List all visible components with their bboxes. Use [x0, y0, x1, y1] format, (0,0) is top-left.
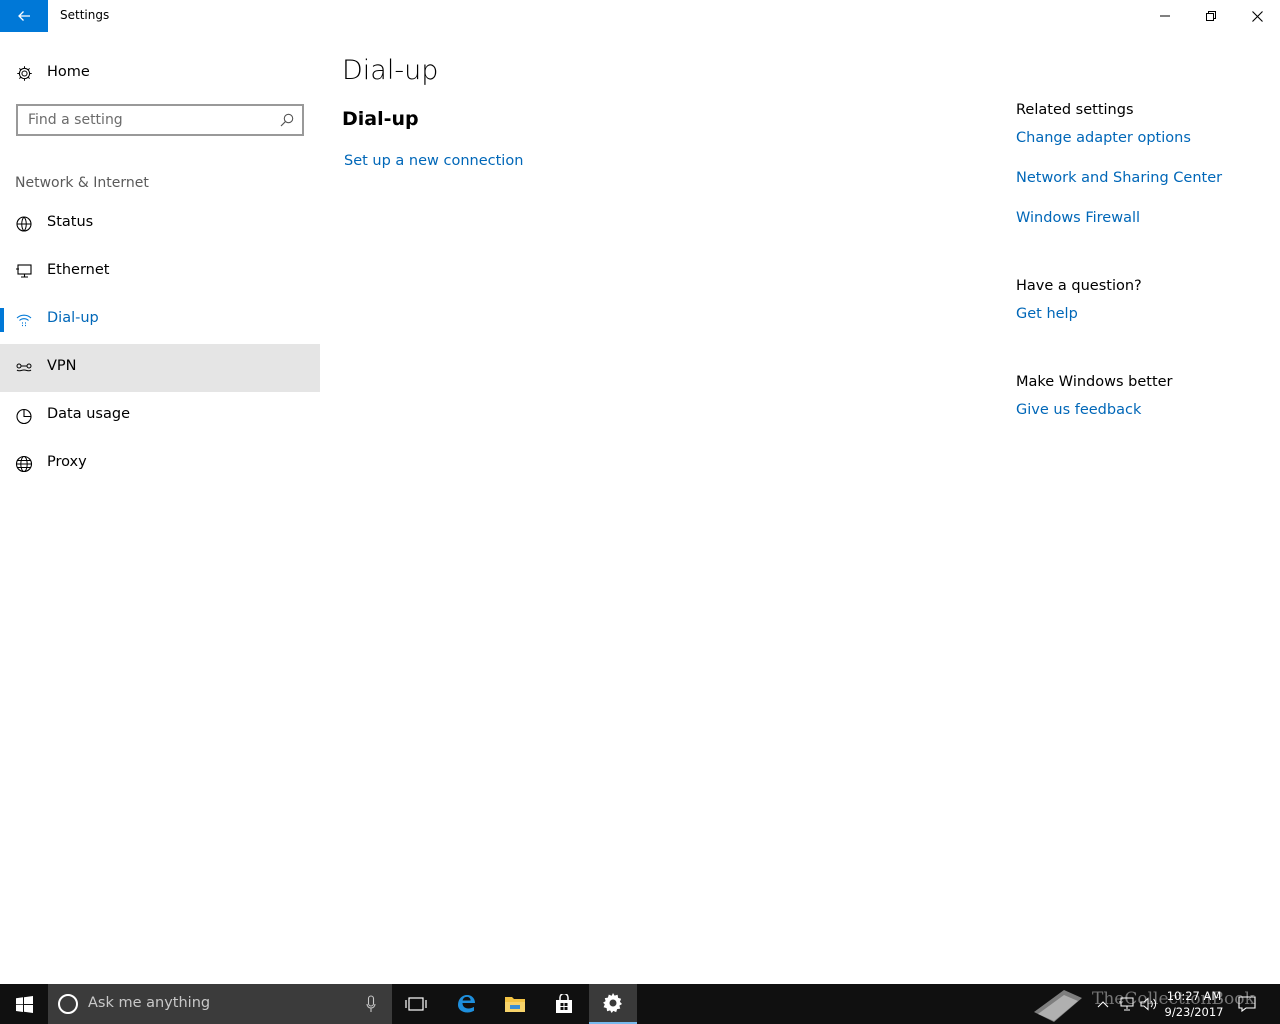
page-title: Dial-up: [342, 55, 439, 86]
chevron-up-icon: [1097, 1001, 1109, 1008]
notification-icon: [1238, 996, 1256, 1012]
sidebar-item-label: Data usage: [47, 406, 130, 422]
store-button[interactable]: [540, 984, 588, 1024]
windows-logo-icon: [15, 995, 33, 1013]
ethernet-icon: [16, 264, 32, 278]
microphone-icon[interactable]: [366, 995, 376, 1013]
network-sharing-center-link[interactable]: Network and Sharing Center: [1016, 170, 1222, 186]
windows-firewall-link[interactable]: Windows Firewall: [1016, 210, 1140, 226]
settings-search-box[interactable]: [16, 104, 304, 136]
globe-status-icon: [16, 216, 32, 232]
sidebar-item-status[interactable]: Status: [0, 200, 320, 248]
data-usage-icon: [16, 408, 32, 425]
back-arrow-icon: [18, 11, 30, 21]
taskbar-search-placeholder: Ask me anything: [88, 995, 211, 1011]
clock-date: 9/23/2017: [1164, 1005, 1224, 1019]
sidebar-item-label: Proxy: [47, 454, 87, 470]
network-icon: [1119, 997, 1134, 1011]
watermark-book-logo: [1034, 990, 1082, 1022]
action-center-button[interactable]: [1236, 984, 1258, 1024]
sidebar-item-label: Ethernet: [47, 262, 110, 278]
network-tray-button[interactable]: [1116, 984, 1136, 1024]
gear-icon: [603, 993, 622, 1013]
folder-icon: [505, 997, 525, 1012]
taskbar-clock[interactable]: 10:27 AM 9/23/2017: [1160, 988, 1228, 1020]
back-button[interactable]: [0, 0, 48, 32]
related-settings-heading: Related settings: [1016, 102, 1134, 118]
settings-search-input[interactable]: [18, 106, 268, 134]
get-help-link[interactable]: Get help: [1016, 306, 1078, 322]
restore-button[interactable]: [1188, 0, 1234, 32]
section-subtitle: Dial-up: [342, 108, 419, 130]
sidebar-item-label: Dial-up: [47, 310, 99, 326]
sidebar-item-label: VPN: [47, 358, 77, 374]
window-title: Settings: [60, 8, 110, 22]
title-bar: Settings: [0, 0, 1280, 32]
volume-tray-button[interactable]: [1139, 984, 1159, 1024]
minimize-button[interactable]: [1142, 0, 1188, 32]
task-view-button[interactable]: [392, 984, 440, 1024]
change-adapter-options-link[interactable]: Change adapter options: [1016, 130, 1191, 146]
close-button[interactable]: [1234, 0, 1280, 32]
home-label: Home: [47, 64, 90, 80]
sidebar-item-dial-up[interactable]: Dial-up: [0, 296, 320, 344]
sidebar: Home Network & Internet Status Ethernet …: [0, 32, 320, 984]
file-explorer-button[interactable]: [491, 984, 539, 1024]
sidebar-item-vpn[interactable]: VPN: [0, 344, 320, 392]
selection-indicator: [0, 308, 4, 332]
vpn-icon: [16, 363, 32, 372]
globe-icon: [15, 455, 33, 473]
section-title: Network & Internet: [15, 175, 149, 191]
make-windows-better-heading: Make Windows better: [1016, 374, 1173, 390]
store-bag-icon: [556, 994, 572, 1013]
clock-time: 10:27 AM: [1166, 989, 1222, 1003]
gear-icon: [17, 66, 32, 81]
task-view-icon: [405, 997, 427, 1011]
dial-up-icon: [16, 314, 32, 327]
edge-browser-button[interactable]: [442, 984, 490, 1024]
search-icon[interactable]: [280, 113, 294, 127]
have-a-question-heading: Have a question?: [1016, 278, 1142, 294]
setup-new-connection-link[interactable]: Set up a new connection: [344, 153, 523, 169]
start-button[interactable]: [0, 984, 48, 1024]
minimize-icon: [1160, 15, 1170, 17]
taskbar: Ask me anything TheCollectionBook 10:27 …: [0, 984, 1280, 1024]
sidebar-item-label: Status: [47, 214, 94, 230]
show-hidden-icons-button[interactable]: [1094, 984, 1112, 1024]
edge-icon: [458, 995, 475, 1013]
close-icon: [1251, 10, 1263, 22]
give-feedback-link[interactable]: Give us feedback: [1016, 402, 1141, 418]
speaker-icon: [1140, 997, 1157, 1011]
settings-taskbar-button[interactable]: [589, 984, 637, 1024]
home-nav-item[interactable]: Home: [0, 56, 320, 90]
sidebar-item-ethernet[interactable]: Ethernet: [0, 248, 320, 296]
sidebar-item-proxy[interactable]: Proxy: [0, 440, 320, 488]
sidebar-item-data-usage[interactable]: Data usage: [0, 392, 320, 440]
cortana-icon: [58, 994, 78, 1014]
taskbar-search-box[interactable]: Ask me anything: [48, 984, 392, 1024]
restore-icon: [1206, 11, 1216, 21]
